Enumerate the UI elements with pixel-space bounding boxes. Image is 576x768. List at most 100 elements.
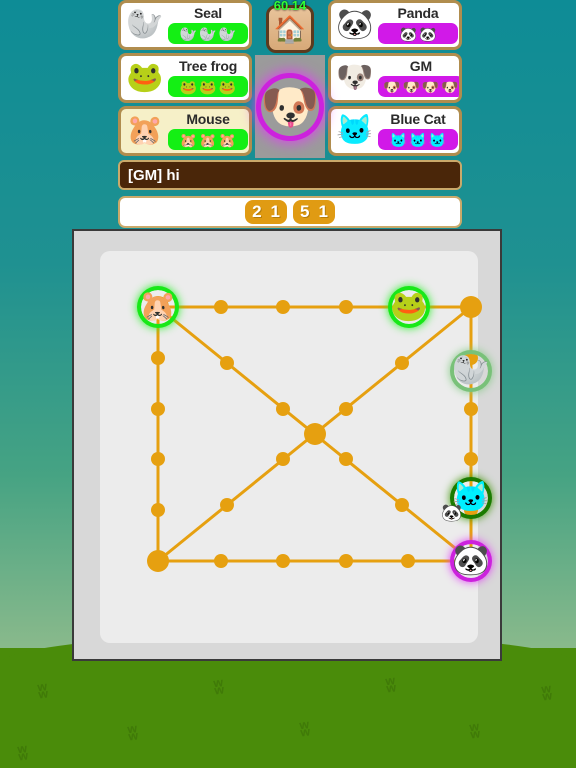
player-card-tree-frog[interactable]: 🐸 Tree frog 🐸 🐸 🐸 (118, 53, 252, 103)
player-token-tray: 🐼 🐼 (378, 23, 458, 44)
pug-face-icon: 🐶 (336, 61, 374, 94)
board-piece-treefrog[interactable]: 🐸 (390, 290, 427, 324)
grass-field: ʬ ʬ ʬ ʬ ʬ ʬ ʬ ʬ (0, 634, 576, 768)
board-node[interactable] (213, 300, 228, 314)
board-node[interactable] (219, 355, 234, 370)
cat-face-blue-token-icon: 🐱 (389, 131, 408, 148)
cat-face-blue-icon: 🐱 (336, 114, 374, 147)
grass-tuft: ʬ (16, 743, 30, 766)
panda-face-token-icon: 🐼 (419, 25, 437, 42)
player-card-mouse[interactable]: 🐹 Mouse 🐹 🐹 🐹 (118, 106, 252, 156)
seal-face-token-icon: 🦭 (179, 25, 198, 42)
board-node[interactable] (395, 498, 410, 513)
board-node[interactable] (151, 452, 165, 467)
board-node[interactable] (338, 300, 353, 314)
grass-tuft: ʬ (212, 677, 226, 700)
player-token-tray: 🐶 🐶 🐶 🐶 (378, 76, 459, 97)
grass-tuft: ʬ (540, 683, 554, 706)
board-node-major[interactable] (460, 296, 482, 318)
board-node[interactable] (395, 355, 410, 370)
board-node[interactable] (338, 554, 353, 568)
grass-tuft: ʬ (384, 675, 398, 698)
seal-face-token-icon: 🦭 (218, 25, 237, 42)
player-card-body: Mouse 🐹 🐹 🐹 (166, 112, 248, 150)
dice-value: 2 (252, 202, 262, 221)
frog-face-icon: 🐸 (126, 61, 164, 94)
player-name: Panda (397, 5, 439, 21)
frog-face-token-icon: 🐸 (218, 78, 237, 95)
frog-face-token-icon: 🐸 (179, 78, 198, 95)
board-node[interactable] (213, 554, 228, 568)
seal-face-icon: 🦭 (126, 8, 164, 41)
player-card-blue-cat[interactable]: 🐱 Blue Cat 🐱 🐱 🐱 (328, 106, 462, 156)
hamster-face-token-icon: 🐹 (179, 131, 198, 148)
cat-face-blue-token-icon: 🐱 (409, 131, 427, 148)
player-token-tray: 🐱 🐱 🐱 (378, 129, 458, 150)
board-piece-mouse[interactable]: 🐹 (139, 290, 176, 324)
player-card-body: Blue Cat 🐱 🐱 🐱 (376, 112, 458, 150)
player-name: Tree frog (178, 58, 238, 74)
player-name: Seal (194, 5, 222, 21)
hamster-face-token-icon: 🐹 (218, 131, 237, 148)
board-piece-seal[interactable]: 🦭 (452, 354, 489, 388)
board-node[interactable] (338, 401, 353, 416)
grass-tuft: ʬ (36, 681, 50, 704)
dog-face-token-icon: 🐶 (441, 78, 459, 95)
player-token-tray: 🦭 🦭 🦭 (168, 23, 248, 44)
board-node-major[interactable] (303, 423, 326, 445)
hamster-face-token-icon: 🐹 (199, 131, 217, 148)
panda-face-icon: 🐼 (336, 8, 374, 41)
active-player-avatar[interactable]: 🐶 (255, 55, 325, 158)
board-surface[interactable]: 🐹 🐸 🦭 🐱 🐼 🐼 (100, 251, 490, 643)
board-piece-panda[interactable]: 🐼 (452, 544, 489, 578)
dog-face-icon: 🐶 (260, 78, 320, 136)
turn-timer: 60.14 (273, 0, 307, 13)
top-hud: 🦭 Seal 🦭 🦭 🦭 🐼 Panda 🐼 🐼 🐸 Tree frog 🐸 🐸 🐸 🐶 GM 🐶 🐶 🐶 🐶 🐹 Mou… (118, 0, 462, 232)
panda-face-token-icon: 🐼 (399, 25, 417, 42)
board-node[interactable] (464, 452, 478, 467)
hamster-face-icon: 🐹 (126, 114, 164, 147)
board-badge-panda-marker[interactable]: 🐼 (441, 505, 462, 522)
grass-tuft: ʬ (298, 719, 312, 742)
dice-group-1[interactable]: 21 (245, 200, 287, 224)
grass-tuft: ʬ (126, 723, 140, 746)
board-node[interactable] (276, 554, 291, 568)
game-board[interactable]: 🐹 🐸 🦭 🐱 🐼 🐼 (72, 229, 502, 661)
dice-value: 5 (300, 202, 310, 221)
cat-face-blue-token-icon: 🐱 (428, 131, 447, 148)
frog-face-token-icon: 🐸 (199, 78, 217, 95)
dog-face-token-icon: 🐶 (383, 78, 401, 95)
board-node[interactable] (338, 452, 353, 467)
board-node[interactable] (401, 554, 416, 568)
dice-bar[interactable]: 2151 (118, 196, 462, 228)
dice-value: 1 (318, 202, 328, 221)
board-node[interactable] (219, 498, 234, 513)
board-node[interactable] (151, 350, 165, 365)
board-node[interactable] (151, 503, 165, 518)
player-card-body: GM 🐶 🐶 🐶 🐶 (376, 58, 459, 97)
player-card-gm[interactable]: 🐶 GM 🐶 🐶 🐶 🐶 (328, 53, 462, 103)
center-column: 60.14 🏠 🐶 (255, 0, 325, 158)
player-name: Blue Cat (390, 111, 446, 127)
player-card-body: Seal 🦭 🦭 🦭 (166, 6, 248, 44)
board-node-major[interactable] (147, 550, 169, 572)
dice-group-2[interactable]: 51 (293, 200, 335, 224)
dice-value: 1 (270, 202, 280, 221)
board-node[interactable] (151, 401, 165, 416)
grass-tuft: ʬ (468, 721, 482, 744)
seal-face-token-icon: 🦭 (199, 25, 217, 42)
board-node[interactable] (464, 401, 478, 416)
board-node[interactable] (276, 401, 291, 416)
dog-face-token-icon: 🐶 (402, 78, 420, 95)
player-token-tray: 🐹 🐹 🐹 (168, 129, 248, 150)
dog-face-token-icon: 🐶 (421, 78, 440, 95)
board-node[interactable] (276, 452, 291, 467)
player-name: Mouse (186, 111, 230, 127)
chat-bar[interactable]: [GM] hi (118, 160, 462, 190)
player-card-seal[interactable]: 🦭 Seal 🦭 🦭 🦭 (118, 0, 252, 50)
player-card-panda[interactable]: 🐼 Panda 🐼 🐼 (328, 0, 462, 50)
board-node[interactable] (276, 300, 291, 314)
player-token-tray: 🐸 🐸 🐸 (168, 76, 248, 97)
player-card-body: Tree frog 🐸 🐸 🐸 (166, 59, 248, 97)
player-name: GM (409, 58, 432, 74)
